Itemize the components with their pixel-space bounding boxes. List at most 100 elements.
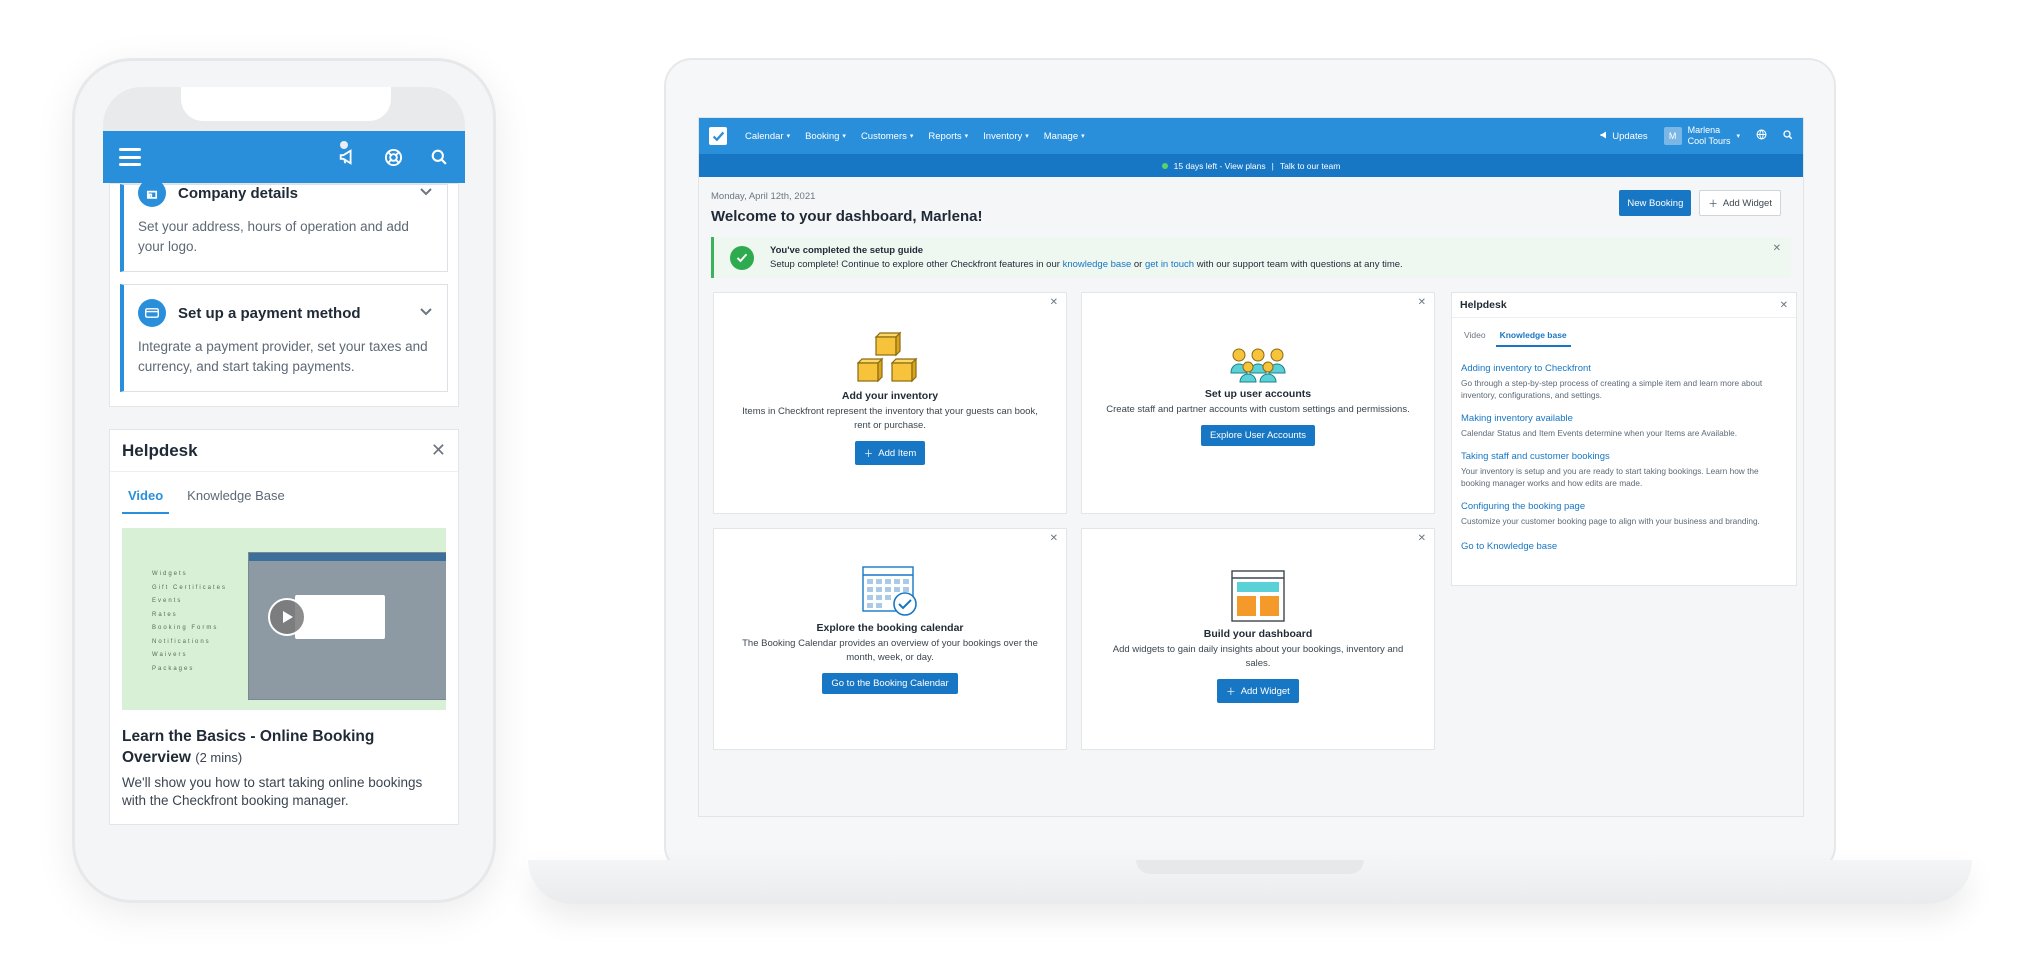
trial-banner: 15 days left - View plans | Talk to our … [699, 154, 1803, 177]
search-icon[interactable] [1783, 129, 1793, 143]
setup-card-company-details[interactable]: Company details Set your address, hours … [120, 183, 448, 272]
close-icon[interactable]: ✕ [431, 440, 446, 461]
megaphone-icon [1599, 130, 1609, 143]
updates-label: Updates [1612, 130, 1648, 142]
setup-complete-alert: You've completed the setup guide Setup c… [711, 237, 1791, 278]
video-menu-item: Rates [152, 611, 178, 618]
video-title-text: Learn the Basics - Online Booking Overvi… [122, 728, 375, 766]
widget-description: Items in Checkfront represent the invent… [742, 406, 1038, 431]
updates-button[interactable]: Updates [1599, 130, 1648, 143]
close-icon[interactable]: ✕ [1418, 533, 1426, 544]
article-link[interactable]: Adding inventory to Checkfront [1461, 363, 1787, 374]
announcements-icon[interactable] [337, 141, 357, 167]
plus-icon: ＋ [863, 449, 874, 460]
video-menu-item: Events [152, 598, 183, 604]
menu-icon[interactable] [119, 148, 141, 166]
setup-card-payment-method[interactable]: Set up a payment method Integrate a paym… [120, 284, 448, 392]
alert-text: or [1131, 258, 1145, 270]
nav-label: Manage [1043, 130, 1079, 142]
new-booking-button[interactable]: New Booking [1619, 190, 1692, 216]
widget-description: Create staff and partner accounts with c… [1106, 404, 1410, 415]
close-icon[interactable]: ✕ [1773, 243, 1781, 254]
explore-user-accounts-button[interactable]: Explore User Accounts [1200, 425, 1316, 446]
go-to-knowledge-base-link[interactable]: Go to Knowledge base [1461, 541, 1787, 552]
phone-status-area [103, 87, 465, 131]
caret-down-icon: ▾ [842, 133, 846, 140]
nav-calendar[interactable]: Calendar ▾ [745, 131, 790, 142]
go-to-booking-calendar-button[interactable]: Go to the Booking Calendar [822, 673, 958, 694]
tab-video[interactable]: Video [122, 484, 170, 514]
article-description: Your inventory is setup and you are read… [1461, 466, 1759, 488]
video-menu-item: Notifications [152, 638, 211, 645]
globe-icon[interactable] [1756, 129, 1767, 143]
nav-inventory[interactable]: Inventory ▾ [983, 131, 1029, 142]
get-in-touch-link[interactable]: get in touch [1145, 259, 1194, 270]
video-title[interactable]: Learn the Basics - Online Booking Overvi… [110, 710, 458, 768]
alert-message: Setup complete! Continue to explore othe… [770, 258, 1403, 272]
article-link[interactable]: Configuring the booking page [1461, 501, 1787, 512]
setup-card-title: Company details [178, 184, 299, 202]
video-description: We'll show you how to start taking onlin… [122, 775, 423, 808]
close-icon[interactable]: ✕ [1418, 297, 1426, 308]
user-menu[interactable]: M Marlena Cool Tours ▾ [1663, 125, 1740, 147]
nav-label: Customers [860, 130, 907, 142]
widget-title: Build your dashboard [1203, 628, 1313, 640]
video-menu-item: Waivers [152, 652, 188, 658]
caret-down-icon: ▾ [1025, 133, 1029, 140]
plus-icon: ＋ [1708, 199, 1718, 210]
view-plans-link[interactable]: 15 days left - View plans [1174, 161, 1266, 171]
tab-video[interactable]: Video [1460, 328, 1490, 347]
add-widget-button[interactable]: ＋ Add Widget [1699, 190, 1781, 216]
add-item-button[interactable]: ＋ Add Item [854, 441, 926, 465]
notification-dot [340, 141, 348, 149]
checkfront-logo-icon[interactable] [709, 127, 727, 145]
nav-reports[interactable]: Reports ▾ [928, 131, 968, 142]
article-description: Calendar Status and Item Events determin… [1461, 428, 1738, 438]
close-icon[interactable]: ✕ [1780, 300, 1788, 311]
helpdesk-panel: Helpdesk ✕ Video Knowledge base Adding i… [1451, 292, 1797, 586]
caret-down-icon: ▾ [964, 133, 969, 140]
video-menu-list: Widgets Gift Certificates Events Rates B… [152, 568, 227, 676]
video-thumbnail[interactable]: Widgets Gift Certificates Events Rates B… [122, 528, 446, 710]
play-icon[interactable] [268, 598, 306, 636]
alert-text: with our support team with questions at … [1194, 258, 1403, 270]
nav-label: Booking [805, 130, 840, 142]
phone-notch [181, 87, 391, 121]
widget-description: Add widgets to gain daily insights about… [1112, 644, 1404, 669]
caret-down-icon: ▾ [1736, 132, 1740, 140]
article-link[interactable]: Making inventory available [1461, 413, 1787, 424]
button-label: Add Widget [1240, 685, 1290, 697]
knowledge-base-link[interactable]: knowledge base [1063, 259, 1132, 270]
user-company: Cool Tours [1687, 136, 1731, 146]
search-icon[interactable] [429, 147, 449, 167]
article-link[interactable]: Taking staff and customer bookings [1461, 451, 1787, 462]
tab-knowledge-base[interactable]: Knowledge Base [181, 484, 291, 514]
nav-booking[interactable]: Booking ▾ [805, 131, 846, 142]
nav-label: Inventory [983, 130, 1023, 142]
help-lifebuoy-icon[interactable] [383, 147, 403, 167]
setup-card-text: Set your address, hours of operation and… [138, 219, 409, 254]
close-icon[interactable]: ✕ [1050, 297, 1058, 308]
dashboard-layout-icon [1082, 569, 1434, 628]
chevron-down-icon[interactable] [419, 184, 433, 202]
phone-top-bar [103, 131, 465, 183]
article-item: Making inventory available Calendar Stat… [1452, 413, 1796, 439]
nav-customers[interactable]: Customers ▾ [861, 131, 913, 142]
caret-down-icon: ▾ [1081, 133, 1085, 140]
credit-card-icon [138, 299, 166, 327]
widget-title: Add your inventory [841, 390, 939, 402]
caret-down-icon: ▾ [786, 133, 791, 140]
phone-device: Company details Set your address, hours … [72, 58, 496, 903]
close-icon[interactable]: ✕ [1050, 533, 1058, 544]
talk-to-team-link[interactable]: Talk to our team [1280, 161, 1340, 171]
article-item: Go to Knowledge base [1452, 541, 1796, 552]
plus-icon: ＋ [1226, 687, 1236, 698]
add-widget-widget-button[interactable]: ＋ Add Widget [1217, 679, 1299, 703]
chevron-down-icon[interactable] [419, 304, 433, 322]
calendar-check-icon [714, 565, 1066, 622]
tab-knowledge-base[interactable]: Knowledge base [1495, 328, 1571, 347]
phone-body: Company details Set your address, hours … [103, 183, 465, 875]
alert-title: You've completed the setup guide [770, 244, 924, 256]
widget-title: Explore the booking calendar [816, 622, 964, 634]
nav-manage[interactable]: Manage ▾ [1044, 131, 1085, 142]
